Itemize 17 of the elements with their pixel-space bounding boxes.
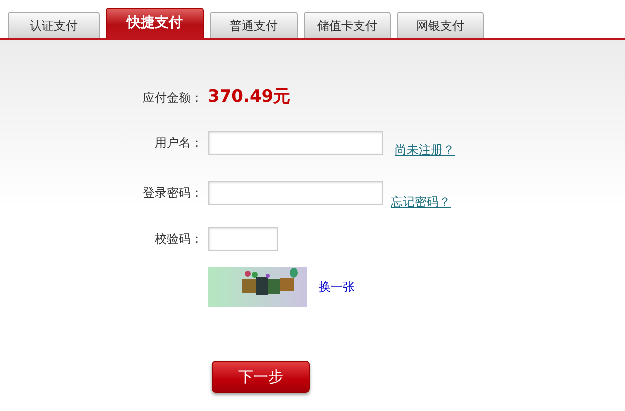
field-label: 校验码：: [154, 231, 203, 248]
tab[interactable]: 认证支付: [8, 12, 100, 38]
link[interactable]: 忘记密码？: [391, 193, 451, 211]
tab[interactable]: 储值卡支付: [304, 12, 391, 38]
tab[interactable]: 快捷支付: [106, 8, 204, 38]
field-label: 登录密码：: [142, 185, 203, 202]
tab[interactable]: 网银支付: [397, 12, 484, 38]
input-field[interactable]: [208, 227, 278, 251]
input-field[interactable]: [208, 131, 383, 155]
link[interactable]: 尚未注册？: [395, 141, 455, 159]
amount-value: 370.49元: [208, 86, 291, 110]
next-button[interactable]: 下一步: [212, 361, 310, 393]
field-label: 用户名：: [154, 135, 203, 152]
tab[interactable]: 普通支付: [210, 12, 298, 38]
input-field[interactable]: [208, 181, 383, 205]
field-label: 应付金额：: [142, 90, 203, 107]
refresh-link[interactable]: 换一张: [319, 278, 355, 296]
